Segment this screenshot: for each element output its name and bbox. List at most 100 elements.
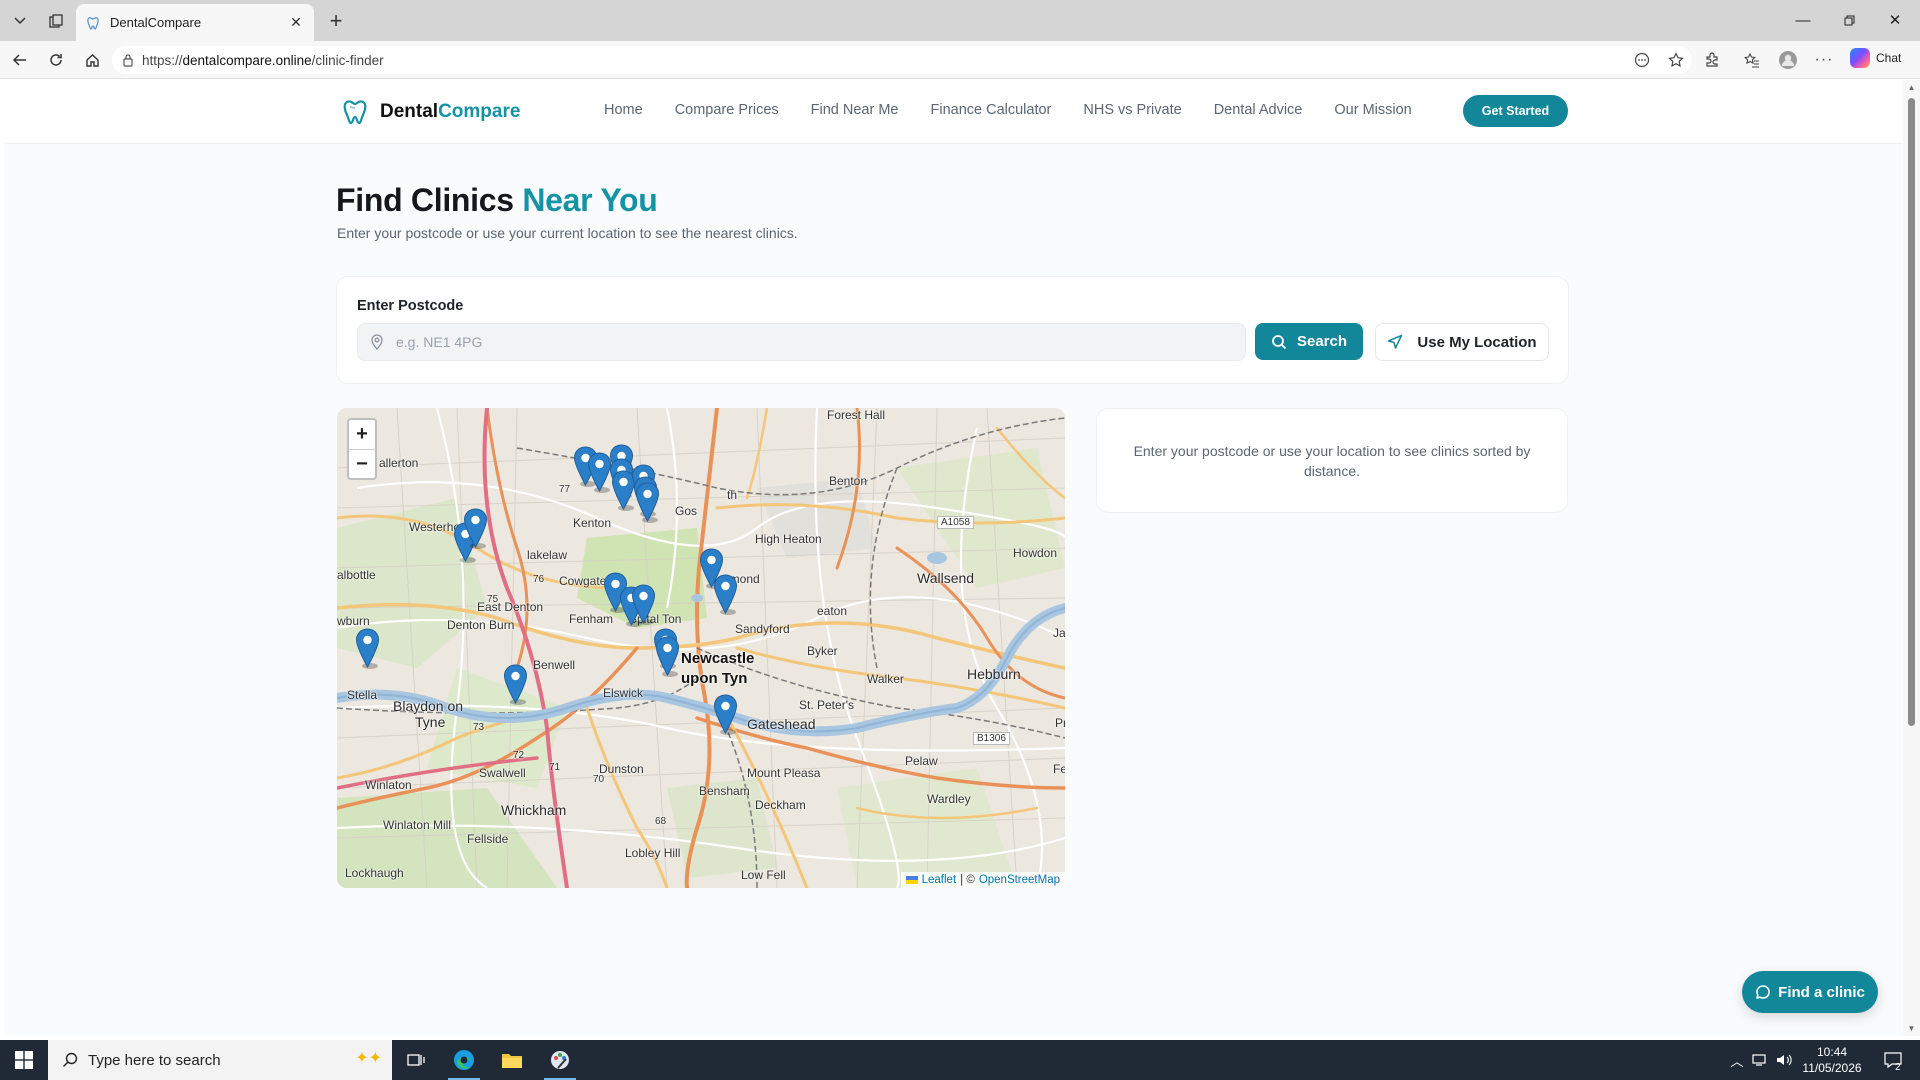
- map-label: Kenton: [573, 516, 612, 530]
- logo-text-compare: Compare: [438, 101, 521, 122]
- url-field[interactable]: https://dentalcompare.online/clinic-find…: [112, 46, 1692, 74]
- nav-find-near-me[interactable]: Find Near Me: [811, 102, 899, 118]
- map-label: 68: [655, 816, 667, 827]
- get-started-button[interactable]: Get Started: [1463, 95, 1568, 127]
- clinic-marker-icon[interactable]: [355, 628, 380, 669]
- postcode-input[interactable]: e.g. NE1 4PG: [357, 323, 1246, 361]
- search-highlight-icon: ✦✦: [355, 1050, 382, 1067]
- nav-our-mission[interactable]: Our Mission: [1334, 102, 1411, 118]
- network-icon[interactable]: [1750, 1040, 1770, 1080]
- profile-avatar-icon[interactable]: [1776, 48, 1800, 72]
- windows-start-icon[interactable]: [0, 1040, 48, 1080]
- close-tab-icon[interactable]: ✕: [288, 14, 304, 30]
- map-label: 73: [473, 722, 485, 733]
- map-label: High Heaton: [755, 532, 822, 546]
- map-attribution: Leaflet | © OpenStreetMap: [900, 872, 1065, 888]
- search-button[interactable]: Search: [1255, 323, 1363, 360]
- map-label: Tyne: [415, 714, 446, 730]
- map-label: Ja: [1053, 626, 1065, 640]
- minimize-icon[interactable]: —: [1780, 0, 1826, 40]
- map-label: Lobley Hill: [625, 846, 681, 860]
- file-explorer-icon[interactable]: [488, 1040, 536, 1080]
- map-label: Benton: [829, 474, 868, 488]
- clock-time: 10:44: [1816, 1045, 1848, 1059]
- clinic-marker-icon[interactable]: [655, 636, 680, 677]
- openstreetmap-link[interactable]: OpenStreetMap: [979, 874, 1060, 886]
- page-scrollbar[interactable]: ▲ ▼: [1903, 80, 1920, 1036]
- extensions-icon[interactable]: [1700, 48, 1724, 72]
- refresh-icon[interactable]: [44, 48, 68, 72]
- nav-compare-prices[interactable]: Compare Prices: [675, 102, 779, 118]
- nav-nhs-vs-private[interactable]: NHS vs Private: [1083, 102, 1181, 118]
- clinic-marker-icon[interactable]: [713, 574, 738, 615]
- map-tiles: [337, 408, 1065, 888]
- nav-home[interactable]: Home: [604, 102, 643, 118]
- tray-overflow-chevron-icon[interactable]: ︿: [1728, 1040, 1746, 1080]
- reader-mode-icon[interactable]: [1630, 48, 1654, 72]
- map-label: Walker: [867, 672, 904, 686]
- favorite-star-icon[interactable]: [1664, 48, 1688, 72]
- back-icon[interactable]: [8, 48, 32, 72]
- find-a-clinic-label: Find a clinic: [1778, 983, 1865, 1001]
- map-label: 72: [513, 750, 525, 761]
- taskbar-search-box[interactable]: Type here to search ✦✦: [48, 1040, 392, 1080]
- scroll-up-icon[interactable]: ▲: [1907, 83, 1916, 92]
- clinic-map[interactable]: Forest Hall Benton allerton Westerhope K…: [337, 408, 1065, 888]
- ukraine-flag-icon: [905, 876, 918, 884]
- collections-icon[interactable]: [1740, 48, 1764, 72]
- map-label: Newcastle: [681, 650, 755, 667]
- new-tab-icon[interactable]: +: [322, 8, 350, 33]
- clinic-marker-icon[interactable]: [463, 508, 488, 549]
- scroll-down-icon[interactable]: ▼: [1907, 1024, 1916, 1033]
- volume-icon[interactable]: [1774, 1040, 1794, 1080]
- map-label: Whickham: [501, 802, 567, 818]
- zoom-out-button[interactable]: −: [349, 449, 375, 478]
- active-tab[interactable]: DentalCompare ✕: [76, 4, 314, 41]
- notifications-icon[interactable]: 2: [1878, 1040, 1908, 1080]
- nav-finance-calculator[interactable]: Finance Calculator: [930, 102, 1051, 118]
- tab-actions-chevron-icon[interactable]: [6, 8, 34, 34]
- search-icon: [62, 1052, 78, 1072]
- more-menu-icon[interactable]: ···: [1812, 48, 1836, 72]
- map-label: 77: [559, 484, 571, 495]
- results-panel: Enter your postcode or use your location…: [1096, 408, 1568, 513]
- leaflet-link[interactable]: Leaflet: [922, 874, 957, 886]
- browser-tab-bar: DentalCompare ✕ + — ✕: [0, 0, 1920, 41]
- site-header: DentalCompare Home Compare Prices Find N…: [4, 80, 1903, 144]
- map-label: Denton Burn: [447, 618, 515, 632]
- task-view-icon[interactable]: [392, 1040, 440, 1080]
- map-label: Benwell: [533, 658, 576, 672]
- close-window-icon[interactable]: ✕: [1872, 0, 1918, 40]
- paint-app-icon[interactable]: [536, 1040, 584, 1080]
- clinic-marker-icon[interactable]: [631, 584, 656, 625]
- page-title: Find Clinics Near You: [336, 182, 658, 219]
- tooth-favicon-icon: [87, 16, 99, 30]
- map-label: St. Peter's: [799, 698, 854, 712]
- map-label: th: [727, 488, 738, 502]
- map-road-label: A1058: [937, 516, 974, 529]
- map-label: Mount Pleasa: [747, 766, 821, 780]
- workspaces-icon[interactable]: [42, 8, 70, 34]
- map-label: Cowgate: [559, 574, 607, 588]
- clinic-marker-icon[interactable]: [635, 482, 660, 523]
- find-a-clinic-button[interactable]: Find a clinic: [1742, 971, 1878, 1013]
- map-label: 76: [533, 574, 545, 585]
- scrollbar-thumb[interactable]: [1908, 98, 1915, 726]
- map-label: wburn: [337, 614, 370, 628]
- home-icon[interactable]: [80, 48, 104, 72]
- nav-dental-advice[interactable]: Dental Advice: [1214, 102, 1303, 118]
- zoom-in-button[interactable]: +: [349, 420, 375, 449]
- clinic-marker-icon[interactable]: [713, 694, 738, 735]
- taskbar-clock[interactable]: 10:44 11/05/2026: [1797, 1044, 1867, 1076]
- chat-label: Chat: [1876, 51, 1902, 65]
- clinic-marker-icon[interactable]: [503, 664, 528, 705]
- site-logo[interactable]: DentalCompare: [340, 97, 520, 127]
- use-my-location-button[interactable]: Use My Location: [1375, 323, 1549, 361]
- copilot-chat-button[interactable]: Chat: [1850, 48, 1901, 68]
- map-label: Pr: [1055, 716, 1065, 730]
- restore-icon[interactable]: [1826, 0, 1872, 40]
- map-label: Winlaton: [365, 778, 412, 792]
- edge-browser-icon[interactable]: [440, 1040, 488, 1080]
- title-part-2: Near You: [522, 182, 658, 218]
- map-label: Fellside: [467, 832, 509, 846]
